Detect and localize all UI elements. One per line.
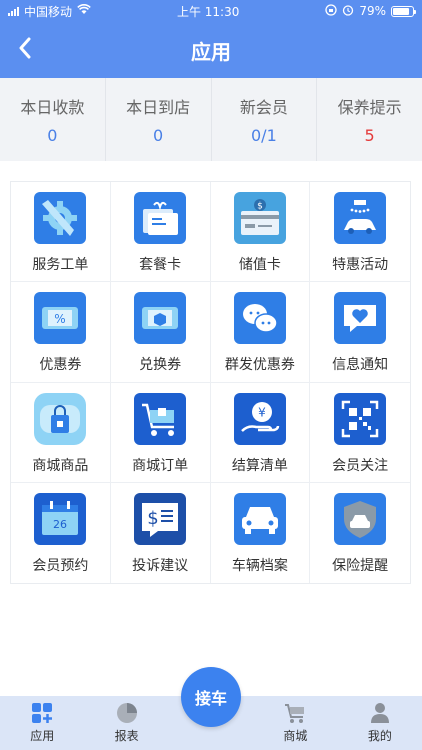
dollar-note-icon: $ bbox=[134, 492, 187, 545]
yen-hand-icon: ¥ bbox=[233, 392, 286, 445]
gift-card-icon bbox=[134, 192, 187, 244]
app-mass-coupon[interactable]: 群发优惠券 bbox=[210, 282, 311, 383]
app-stored-value-card[interactable]: $ 储值卡 bbox=[210, 182, 311, 283]
app-label: 信息通知 bbox=[332, 357, 389, 374]
tab-mine[interactable]: 我的 bbox=[338, 696, 422, 750]
stat-value: 0/1 bbox=[251, 126, 277, 145]
exchange-coupon-icon bbox=[134, 292, 187, 345]
stored-value-card-icon: $ bbox=[233, 192, 286, 244]
app-label: 服务工单 bbox=[32, 257, 89, 273]
app-label: 车辆档案 bbox=[231, 557, 288, 574]
stat-label: 保养提示 bbox=[337, 98, 402, 117]
stat-label: 新会员 bbox=[239, 98, 288, 117]
svg-text:$: $ bbox=[147, 508, 158, 529]
tab-reports[interactable]: 报表 bbox=[84, 696, 168, 750]
stat-value: 0 bbox=[153, 126, 164, 145]
header: 中国移动 上午 11:30 79% 应用 bbox=[0, 0, 422, 78]
app-coupon[interactable]: % 优惠券 bbox=[11, 282, 111, 383]
shield-car-icon bbox=[334, 492, 387, 545]
app-mall-product[interactable]: 商城商品 bbox=[11, 382, 111, 483]
rotation-lock-icon bbox=[325, 3, 337, 19]
app-mall-order[interactable]: 商城订单 bbox=[110, 382, 211, 483]
stat-label: 本日到店 bbox=[126, 98, 191, 117]
stat-today-visits[interactable]: 本日到店 0 bbox=[106, 78, 212, 161]
stat-maintenance-reminder[interactable]: 保养提示 5 bbox=[317, 78, 422, 161]
tab-label: 报表 bbox=[114, 729, 139, 743]
tab-mall[interactable]: 商城 bbox=[253, 696, 337, 750]
app-special-offer[interactable]: 特惠活动 bbox=[310, 182, 410, 283]
calendar-icon: 26 bbox=[34, 492, 87, 545]
back-button[interactable] bbox=[12, 35, 38, 61]
app-notification[interactable]: 信息通知 bbox=[310, 282, 410, 383]
app-label: 结算清单 bbox=[231, 457, 288, 474]
page-title: 应用 bbox=[191, 39, 231, 64]
app-label: 套餐卡 bbox=[139, 257, 182, 273]
tab-apps[interactable]: 应用 bbox=[0, 696, 84, 750]
status-right: 79% bbox=[325, 3, 416, 19]
pie-chart-icon bbox=[116, 702, 138, 724]
signal-icon bbox=[8, 6, 19, 16]
status-time: 上午 11:30 bbox=[176, 4, 240, 19]
app-label: 商城商品 bbox=[32, 457, 89, 474]
cart-icon bbox=[284, 702, 306, 724]
receive-car-button[interactable]: 接车 bbox=[181, 667, 241, 727]
stat-today-payment[interactable]: 本日收款 0 bbox=[0, 78, 106, 161]
app-member-appointment[interactable]: 26 会员预约 bbox=[11, 482, 111, 583]
tab-label: 商城 bbox=[283, 729, 308, 743]
app-package-card[interactable]: 套餐卡 bbox=[110, 182, 211, 283]
app-insurance-reminder[interactable]: 保险提醒 bbox=[310, 483, 410, 583]
app-grid: 服务工单 套餐卡 $ 储值卡 特惠活动 % 优惠券 兑换券 群发优惠券 信息通知… bbox=[10, 181, 411, 584]
app-label: 商城订单 bbox=[132, 457, 189, 474]
qr-code-icon bbox=[334, 392, 387, 445]
receive-car-label: 接车 bbox=[194, 689, 227, 708]
grid-plus-icon bbox=[31, 702, 53, 724]
app-label: 保险提醒 bbox=[332, 557, 389, 574]
svg-text:$: $ bbox=[257, 202, 263, 212]
car-icon bbox=[233, 492, 286, 545]
tab-label: 我的 bbox=[367, 729, 392, 743]
app-vehicle-archive[interactable]: 车辆档案 bbox=[211, 482, 311, 583]
app-label: 兑换券 bbox=[139, 357, 182, 374]
app-label: 会员预约 bbox=[32, 557, 89, 574]
chat-bubbles-icon bbox=[233, 292, 286, 345]
status-bar: 中国移动 上午 11:30 79% bbox=[0, 0, 422, 22]
svg-text:¥: ¥ bbox=[258, 405, 266, 419]
stats-bar: 本日收款 0 本日到店 0 新会员 0/1 保养提示 5 bbox=[0, 78, 422, 161]
app-exchange-coupon[interactable]: 兑换券 bbox=[110, 282, 211, 383]
stat-new-members[interactable]: 新会员 0/1 bbox=[212, 78, 318, 161]
app-label: 群发优惠券 bbox=[224, 357, 295, 374]
heart-message-icon bbox=[334, 292, 387, 345]
battery-percent: 79% bbox=[359, 4, 386, 18]
nav-bar: 应用 bbox=[0, 22, 422, 78]
car-wash-icon bbox=[334, 192, 387, 244]
svg-text:26: 26 bbox=[53, 518, 67, 531]
app-label: 会员关注 bbox=[332, 457, 389, 474]
percent-coupon-icon: % bbox=[34, 292, 87, 345]
stat-label: 本日收款 bbox=[20, 98, 85, 117]
carrier-name: 中国移动 bbox=[24, 4, 73, 19]
stat-value: 0 bbox=[47, 126, 58, 145]
app-label: 优惠券 bbox=[39, 357, 82, 374]
shopping-bag-icon bbox=[34, 392, 87, 445]
tab-label: 应用 bbox=[30, 729, 55, 743]
shopping-cart-icon bbox=[134, 392, 187, 445]
app-label: 特惠活动 bbox=[332, 257, 389, 273]
app-service-order[interactable]: 服务工单 bbox=[11, 182, 111, 283]
svg-text:%: % bbox=[55, 312, 66, 326]
alarm-icon bbox=[342, 4, 354, 19]
wrench-gear-icon bbox=[34, 192, 87, 244]
battery-icon bbox=[391, 5, 416, 17]
status-left: 中国移动 bbox=[8, 3, 91, 20]
app-label: 储值卡 bbox=[238, 257, 281, 273]
wifi-icon bbox=[77, 4, 91, 18]
user-icon bbox=[369, 702, 391, 724]
stat-value: 5 bbox=[364, 126, 375, 145]
app-label: 投诉建议 bbox=[132, 557, 189, 574]
app-complaint[interactable]: $ 投诉建议 bbox=[111, 482, 211, 583]
app-screen: 中国移动 上午 11:30 79% 应用 本日收款 0 本日到店 0 新会员 0… bbox=[0, 0, 422, 750]
app-member-follow[interactable]: 会员关注 bbox=[310, 383, 410, 483]
app-settlement-list[interactable]: ¥ 结算清单 bbox=[210, 382, 311, 483]
chevron-left-icon bbox=[19, 37, 31, 59]
